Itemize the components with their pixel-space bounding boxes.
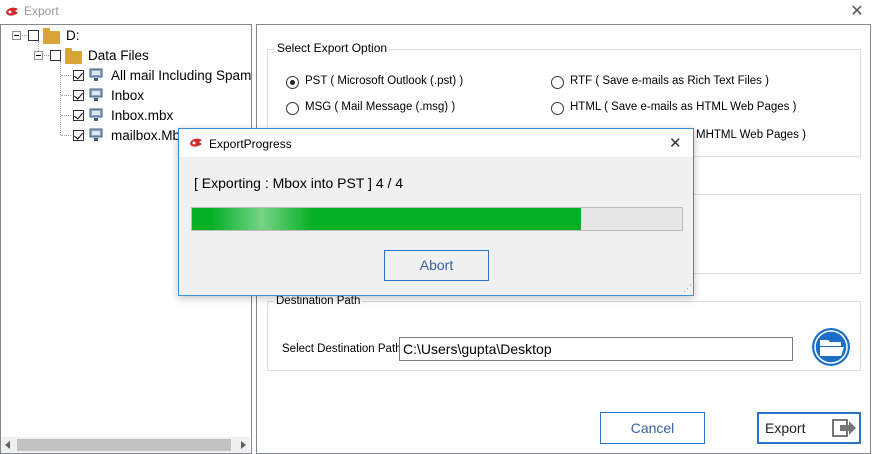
tree-checkbox-item[interactable]	[73, 70, 84, 81]
dialog-title: ExportProgress	[209, 137, 292, 151]
cancel-button[interactable]: Cancel	[600, 412, 705, 444]
export-progress-dialog: ExportProgress ✕ [ Exporting : Mbox into…	[178, 128, 694, 296]
window-close-button[interactable]: ✕	[846, 2, 868, 22]
radio-msg[interactable]	[286, 102, 299, 115]
radio-html[interactable]	[551, 102, 564, 115]
destination-title: Destination Path	[274, 295, 363, 307]
destination-path-input[interactable]	[399, 337, 793, 361]
option-label-rtf[interactable]: RTF ( Save e-mails as Rich Text Files )	[570, 75, 769, 87]
progress-status-text: [ Exporting : Mbox into PST ] 4 / 4	[194, 175, 404, 191]
resize-grip-icon[interactable]: ⋰	[683, 283, 692, 294]
window-title: Export	[24, 4, 59, 18]
radio-pst[interactable]	[286, 76, 299, 89]
tree-label-data-files[interactable]: Data Files	[88, 48, 149, 63]
mailbox-icon	[89, 88, 103, 101]
app-logo-icon	[190, 138, 202, 147]
mailbox-icon	[89, 128, 103, 141]
export-button[interactable]: Export	[757, 412, 861, 444]
folder-icon	[65, 48, 82, 64]
progress-bar-shine	[212, 208, 312, 230]
tree-collapse-toggle-root[interactable]	[12, 31, 21, 40]
tree-item-label[interactable]: Inbox.mbx	[111, 108, 173, 123]
dialog-close-button[interactable]: ✕	[669, 134, 682, 152]
window-titlebar: Export ✕	[0, 0, 873, 24]
export-arrow-icon	[832, 419, 856, 437]
option-label-pst[interactable]: PST ( Microsoft Outlook (.pst) )	[305, 75, 463, 87]
tree-checkbox-item[interactable]	[73, 130, 84, 141]
tree-connector	[61, 135, 71, 136]
dialog-titlebar: ExportProgress ✕	[179, 129, 693, 157]
option-label-msg[interactable]: MSG ( Mail Message (.msg) )	[305, 101, 455, 113]
tree-checkbox-item[interactable]	[73, 90, 84, 101]
tree-horizontal-scrollbar[interactable]	[1, 437, 250, 453]
scrollbar-thumb[interactable]	[17, 439, 231, 451]
tree-connector	[61, 75, 71, 76]
mailbox-icon	[89, 108, 103, 121]
destination-label: Select Destination Path	[282, 343, 402, 355]
folder-icon	[43, 28, 60, 44]
browse-folder-icon[interactable]	[810, 326, 852, 368]
tree-checkbox-data-files[interactable]	[50, 50, 61, 61]
tree-label-root[interactable]: D:	[66, 28, 80, 43]
abort-button[interactable]: Abort	[384, 250, 489, 281]
progress-bar-fill	[192, 208, 581, 230]
option-label-html[interactable]: HTML ( Save e-mails as HTML Web Pages )	[570, 101, 796, 113]
app-logo-icon	[6, 7, 18, 16]
tree-collapse-toggle-data-files[interactable]	[34, 51, 43, 60]
mailbox-icon	[89, 68, 103, 81]
tree-item-label[interactable]: All mail Including Spam	[111, 68, 251, 83]
tree-checkbox-item[interactable]	[73, 110, 84, 121]
tree-connector	[60, 61, 61, 135]
tree-checkbox-root[interactable]	[28, 30, 39, 41]
progress-bar	[191, 207, 683, 231]
option-label-mhtml[interactable]: MHTML Web Pages )	[696, 129, 806, 141]
export-option-title: Select Export Option	[275, 41, 390, 55]
scroll-right-arrow-icon[interactable]	[241, 441, 246, 449]
tree-connector	[61, 115, 71, 116]
scroll-left-arrow-icon[interactable]	[5, 441, 10, 449]
tree-item-label[interactable]: Inbox	[111, 88, 144, 103]
export-button-label: Export	[765, 420, 806, 436]
tree-connector	[61, 95, 71, 96]
radio-rtf[interactable]	[551, 76, 564, 89]
